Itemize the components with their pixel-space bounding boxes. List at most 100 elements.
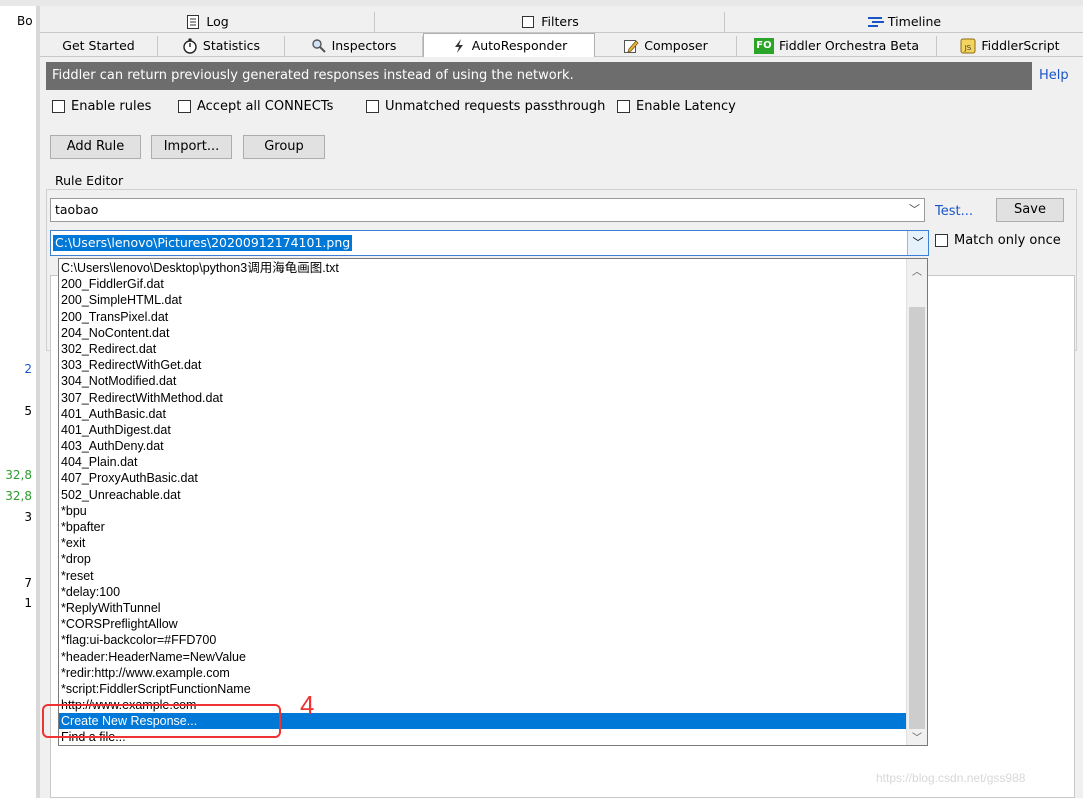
dropdown-item[interactable]: 502_Unreachable.dat — [59, 487, 907, 503]
match-only-once-label: Match only once — [954, 233, 1061, 248]
dropdown-item[interactable]: 200_FiddlerGif.dat — [59, 276, 907, 292]
tab-timeline[interactable]: Timeline — [725, 12, 1083, 32]
lightning-icon — [451, 38, 467, 54]
log-icon — [185, 14, 201, 30]
scroll-down-icon[interactable]: ﹀ — [907, 729, 927, 744]
response-combo[interactable]: C:\Users\lenovo\Pictures\20200912174101.… — [50, 230, 929, 256]
session-value: 2 — [24, 362, 32, 376]
checkbox-box — [52, 100, 65, 113]
combo-dropdown-button[interactable]: ﹀ — [907, 231, 928, 255]
dropdown-item[interactable]: *header:HeaderName=NewValue — [59, 649, 907, 665]
unmatched-passthrough-checkbox[interactable]: Unmatched requests passthrough — [366, 99, 605, 114]
dropdown-item[interactable]: *script:FiddlerScriptFunctionName — [59, 681, 907, 697]
dropdown-item[interactable]: 303_RedirectWithGet.dat — [59, 357, 907, 373]
fo-icon: FO — [753, 38, 774, 54]
chevron-down-icon[interactable]: ﹀ — [909, 199, 920, 221]
tab-filters[interactable]: Filters — [375, 12, 725, 32]
tab-get-started[interactable]: Get Started — [40, 36, 158, 56]
tab-fiddlerscript-label: FiddlerScript — [981, 38, 1060, 53]
session-list-strip[interactable]: Bo 2 5 32,8 32,8 3 7 1 — [0, 6, 36, 798]
tab-inspectors[interactable]: Inspectors — [285, 36, 423, 56]
match-only-once-checkbox[interactable]: Match only once — [935, 233, 1061, 248]
dropdown-item[interactable]: *redir:http://www.example.com — [59, 665, 907, 681]
accept-connects-checkbox[interactable]: Accept all CONNECTs — [178, 99, 333, 114]
magnifier-icon — [311, 38, 327, 54]
enable-latency-label: Enable Latency — [636, 99, 736, 114]
annotation-highlight-box — [42, 704, 281, 738]
dropdown-item[interactable]: *drop — [59, 551, 907, 567]
dropdown-item[interactable]: C:\Users\lenovo\Desktop\python3调用海龟画图.tx… — [59, 260, 907, 276]
tab-filters-label: Filters — [541, 14, 579, 29]
checkbox-box — [178, 100, 191, 113]
dropdown-item[interactable]: 204_NoContent.dat — [59, 325, 907, 341]
enable-rules-label: Enable rules — [71, 99, 152, 114]
dropdown-item[interactable]: 401_AuthBasic.dat — [59, 406, 907, 422]
save-button[interactable]: Save — [996, 198, 1064, 222]
enable-latency-checkbox[interactable]: Enable Latency — [617, 99, 736, 114]
add-rule-button[interactable]: Add Rule — [50, 135, 141, 159]
session-value: 32,8 — [5, 489, 32, 503]
dropdown-item[interactable]: *reset — [59, 568, 907, 584]
dropdown-item[interactable]: 403_AuthDeny.dat — [59, 438, 907, 454]
dropdown-item[interactable]: 304_NotModified.dat — [59, 373, 907, 389]
tab-autoresponder-label: AutoResponder — [471, 37, 568, 53]
session-value: 7 — [24, 576, 32, 590]
tab-row-top: Log Filters Timeline — [40, 12, 1083, 33]
watermark: https://blog.csdn.net/gss988 — [876, 771, 1026, 785]
scroll-up-icon[interactable]: ︿ — [907, 263, 927, 278]
enable-rules-checkbox[interactable]: Enable rules — [52, 99, 151, 114]
import-button[interactable]: Import... — [151, 135, 232, 159]
dropdown-item[interactable]: *bpafter — [59, 519, 907, 535]
dropdown-item[interactable]: 404_Plain.dat — [59, 454, 907, 470]
tab-fiddler-orchestra-label: Fiddler Orchestra Beta — [778, 38, 920, 53]
tab-fiddlerscript[interactable]: JS FiddlerScript — [937, 36, 1083, 56]
tab-log-label: Log — [206, 14, 229, 29]
session-column-header: Bo — [17, 14, 33, 28]
dropdown-item[interactable]: *delay:100 — [59, 584, 907, 600]
window-top-edge — [0, 0, 1083, 6]
dropdown-item[interactable]: 307_RedirectWithMethod.dat — [59, 390, 907, 406]
js-icon: JS — [960, 38, 976, 54]
tab-composer-label: Composer — [644, 38, 708, 53]
help-link[interactable]: Help — [1039, 68, 1069, 83]
tab-timeline-label: Timeline — [887, 14, 942, 29]
dropdown-item[interactable]: 401_AuthDigest.dat — [59, 422, 907, 438]
tab-autoresponder[interactable]: AutoResponder — [423, 33, 595, 57]
chevron-down-icon: ﹀ — [912, 236, 924, 249]
dropdown-item[interactable]: 200_SimpleHTML.dat — [59, 292, 907, 308]
checkbox-box — [617, 100, 630, 113]
tab-inspectors-label: Inspectors — [331, 38, 397, 53]
scrollbar-thumb[interactable] — [909, 307, 925, 729]
tab-composer[interactable]: Composer — [595, 36, 737, 56]
dropdown-item[interactable]: *bpu — [59, 503, 907, 519]
match-input[interactable]: taobao ﹀ — [50, 198, 925, 222]
response-value: C:\Users\lenovo\Pictures\20200912174101.… — [53, 235, 353, 251]
session-value: 32,8 — [5, 468, 32, 482]
session-value: 5 — [24, 404, 32, 418]
info-bar: Fiddler can return previously generated … — [46, 62, 1032, 90]
unmatched-passthrough-label: Unmatched requests passthrough — [385, 99, 606, 114]
session-value: 1 — [24, 596, 32, 610]
checkbox-icon — [520, 14, 536, 30]
dropdown-items: C:\Users\lenovo\Desktop\python3调用海龟画图.tx… — [59, 260, 907, 745]
dropdown-item[interactable]: *flag:ui-backcolor=#FFD700 — [59, 632, 907, 648]
dropdown-item[interactable]: 302_Redirect.dat — [59, 341, 907, 357]
dropdown-item[interactable]: *CORSPreflightAllow — [59, 616, 907, 632]
group-button[interactable]: Group — [243, 135, 325, 159]
test-link[interactable]: Test... — [935, 204, 973, 219]
accept-connects-label: Accept all CONNECTs — [197, 99, 334, 114]
rule-editor-label: Rule Editor — [52, 173, 127, 188]
tab-fiddler-orchestra[interactable]: FO Fiddler Orchestra Beta — [737, 36, 937, 56]
tab-log[interactable]: Log — [40, 12, 375, 32]
dropdown-item[interactable]: *exit — [59, 535, 907, 551]
match-value: taobao — [55, 202, 99, 217]
dropdown-item[interactable]: 407_ProxyAuthBasic.dat — [59, 470, 907, 486]
dropdown-item[interactable]: *ReplyWithTunnel — [59, 600, 907, 616]
stopwatch-icon — [182, 38, 198, 54]
svg-text:JS: JS — [964, 44, 972, 52]
dropdown-item[interactable]: 200_TransPixel.dat — [59, 309, 907, 325]
tab-statistics[interactable]: Statistics — [158, 36, 285, 56]
response-dropdown-list[interactable]: C:\Users\lenovo\Desktop\python3调用海龟画图.tx… — [58, 258, 928, 746]
dropdown-scrollbar[interactable]: ︿ ﹀ — [906, 259, 927, 745]
annotation-number: 4 — [300, 690, 315, 720]
